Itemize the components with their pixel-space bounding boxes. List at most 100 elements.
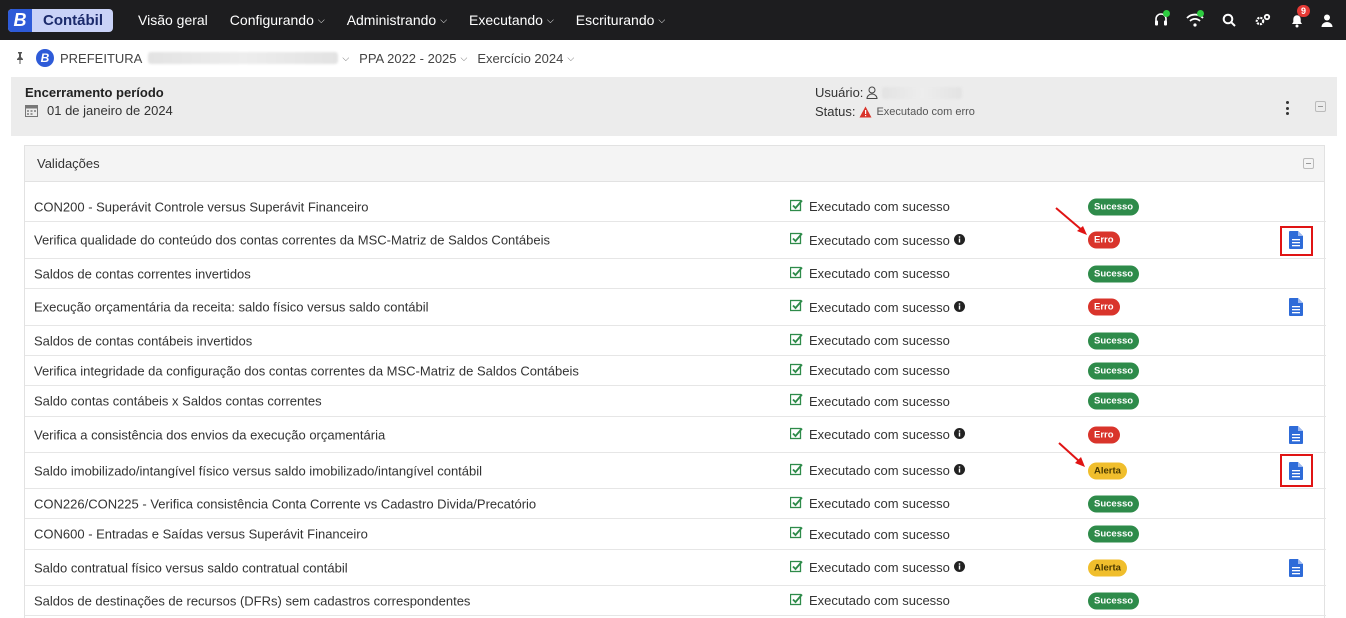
- ppa-selector[interactable]: PPA 2022 - 2025 ⌵: [359, 51, 467, 66]
- execution-text: Executado com sucesso: [809, 333, 950, 348]
- info-icon[interactable]: [953, 427, 965, 442]
- validation-name: Saldos de contas correntes invertidos: [34, 266, 251, 281]
- validation-name: CON200 - Superávit Controle versus Super…: [34, 199, 369, 214]
- document-icon[interactable]: [1289, 425, 1303, 444]
- search-icon[interactable]: [1212, 0, 1246, 40]
- status-text: Executado com erro: [876, 105, 975, 118]
- execution-status: Executado com sucesso: [789, 299, 965, 315]
- headset-icon[interactable]: [1144, 0, 1178, 40]
- pin-icon[interactable]: [14, 52, 26, 64]
- execution-status: Executado com sucesso: [789, 333, 950, 349]
- entity-name: PREFEITURA: [60, 50, 143, 66]
- status-badge: Sucesso: [1088, 332, 1140, 349]
- bell-icon[interactable]: 9: [1280, 0, 1314, 40]
- exercicio-selector[interactable]: Exercício 2024 ⌵: [477, 51, 574, 66]
- status-badge: Erro: [1088, 426, 1120, 443]
- execution-status: Executado com sucesso: [789, 427, 965, 443]
- validation-row: CON200 - Superávit Controle versus Super…: [25, 192, 1326, 222]
- connection-indicator: [1197, 10, 1204, 17]
- app-logo[interactable]: B Contábil: [8, 8, 113, 32]
- chevron-down-icon: ⌵: [546, 14, 554, 25]
- menu-item[interactable]: Visão geral: [127, 12, 219, 28]
- validation-row: Saldo contas contábeis x Saldos contas c…: [25, 386, 1326, 417]
- validation-name: Saldo contas contábeis x Saldos contas c…: [34, 393, 322, 409]
- settings-icon[interactable]: [1246, 0, 1280, 40]
- validation-name: Execução orçamentária da receita: saldo …: [34, 299, 429, 315]
- document-icon[interactable]: [1289, 558, 1303, 577]
- validation-row: CON600 - Entradas e Saídas versus Superá…: [25, 519, 1326, 550]
- red-arrow-icon: [1058, 442, 1085, 467]
- date-text: 01 de janeiro de 2024: [47, 103, 173, 118]
- validation-row: Saldo imobilizado/intangível físico vers…: [25, 453, 1326, 489]
- status-badge: Sucesso: [1088, 265, 1140, 282]
- execution-text: Executado com sucesso: [809, 593, 950, 608]
- wifi-icon[interactable]: [1178, 0, 1212, 40]
- navbar-actions: 9: [1144, 0, 1340, 40]
- execution-text: Executado com sucesso: [809, 560, 950, 575]
- check-square-icon: [789, 266, 803, 282]
- execution-text: Executado com sucesso: [809, 363, 950, 378]
- chevron-down-icon: ⌵: [567, 52, 575, 63]
- execution-status: Executado com sucesso: [789, 199, 950, 215]
- status-badge: Sucesso: [1088, 495, 1140, 512]
- chevron-down-icon: ⌵: [460, 52, 468, 63]
- menu-item-label: Executando: [469, 12, 543, 28]
- info-icon[interactable]: [953, 300, 965, 315]
- validation-name: Verifica integridade da configuração dos…: [34, 363, 579, 378]
- validation-name: Saldo imobilizado/intangível físico vers…: [34, 463, 483, 478]
- execution-text: Executado com sucesso: [809, 496, 950, 511]
- validations-panel: Validações CON200 - Superávit Controle v…: [24, 145, 1326, 618]
- chevron-down-icon: ⌵: [342, 52, 350, 63]
- execution-text: Executado com sucesso: [809, 199, 950, 214]
- menu-item-label: Visão geral: [138, 12, 208, 28]
- menu-item[interactable]: Configurando ⌵: [219, 12, 336, 28]
- validation-name: Saldos de destinações de recursos (DFRs)…: [34, 593, 471, 608]
- validations-title: Validações: [37, 156, 100, 171]
- page-title: Encerramento período: [25, 85, 164, 100]
- menu-item[interactable]: Executando ⌵: [458, 12, 565, 28]
- validation-name: Verifica qualidade do conteúdo dos conta…: [34, 232, 550, 248]
- red-arrow-icon: [1055, 207, 1087, 235]
- validation-row: Execução orçamentária da receita: saldo …: [25, 289, 1326, 326]
- notification-badge: 9: [1296, 5, 1310, 17]
- document-icon[interactable]: [1289, 298, 1303, 316]
- execution-status: Executado com sucesso: [789, 560, 965, 576]
- info-icon[interactable]: [953, 233, 965, 248]
- more-options-icon[interactable]: [1281, 99, 1293, 117]
- execution-text: Executado com sucesso: [809, 463, 950, 478]
- validation-row: CON226/CON225 - Verifica consistência Co…: [25, 489, 1326, 519]
- execution-status: Executado com sucesso: [789, 526, 950, 542]
- collapse-header-icon[interactable]: [1315, 101, 1326, 112]
- entity-logo: B: [36, 49, 54, 67]
- check-square-icon: [789, 393, 803, 409]
- menu-item-label: Escriturando: [575, 12, 655, 28]
- user-icon[interactable]: [1314, 0, 1340, 40]
- validation-row: Saldo contratual físico versus saldo con…: [25, 550, 1326, 586]
- calendar-icon: [25, 105, 38, 117]
- validation-row: Saldos de contas contábeis invertidos Exe…: [25, 326, 1326, 356]
- chevron-down-icon: ⌵: [440, 14, 448, 25]
- validation-row: Verifica integridade da configuração dos…: [25, 356, 1326, 386]
- validation-row: Saldos de destinações de recursos (DFRs)…: [25, 586, 1326, 616]
- status-badge: Alerta: [1088, 559, 1127, 576]
- validation-name: CON226/CON225 - Verifica consistência Co…: [34, 496, 537, 511]
- period-closing-header: Encerramento período 01 de janeiro de 20…: [11, 77, 1337, 136]
- collapse-validations-icon[interactable]: [1303, 158, 1314, 169]
- chevron-down-icon: ⌵: [317, 14, 325, 25]
- status-info: Status: Executado com erro: [815, 104, 975, 119]
- status-badge: Sucesso: [1088, 198, 1140, 215]
- execution-status: Executado com sucesso: [789, 232, 965, 248]
- info-icon[interactable]: [953, 463, 965, 478]
- entity-selector[interactable]: PREFEITURA ⌵: [60, 51, 349, 66]
- execution-status: Executado com sucesso: [789, 363, 950, 379]
- menu-item[interactable]: Administrando ⌵: [336, 12, 458, 28]
- logo-letter: B: [8, 8, 32, 32]
- status-badge: Sucesso: [1088, 525, 1140, 543]
- menu-item-label: Configurando: [229, 12, 314, 28]
- execution-text: Executado com sucesso: [809, 427, 950, 442]
- check-square-icon: [789, 593, 803, 609]
- menu-item[interactable]: Escriturando ⌵: [565, 12, 676, 28]
- validation-name: Verifica a consistência dos envios da ex…: [34, 427, 386, 442]
- app-name: Contábil: [43, 11, 103, 29]
- info-icon[interactable]: [953, 560, 965, 575]
